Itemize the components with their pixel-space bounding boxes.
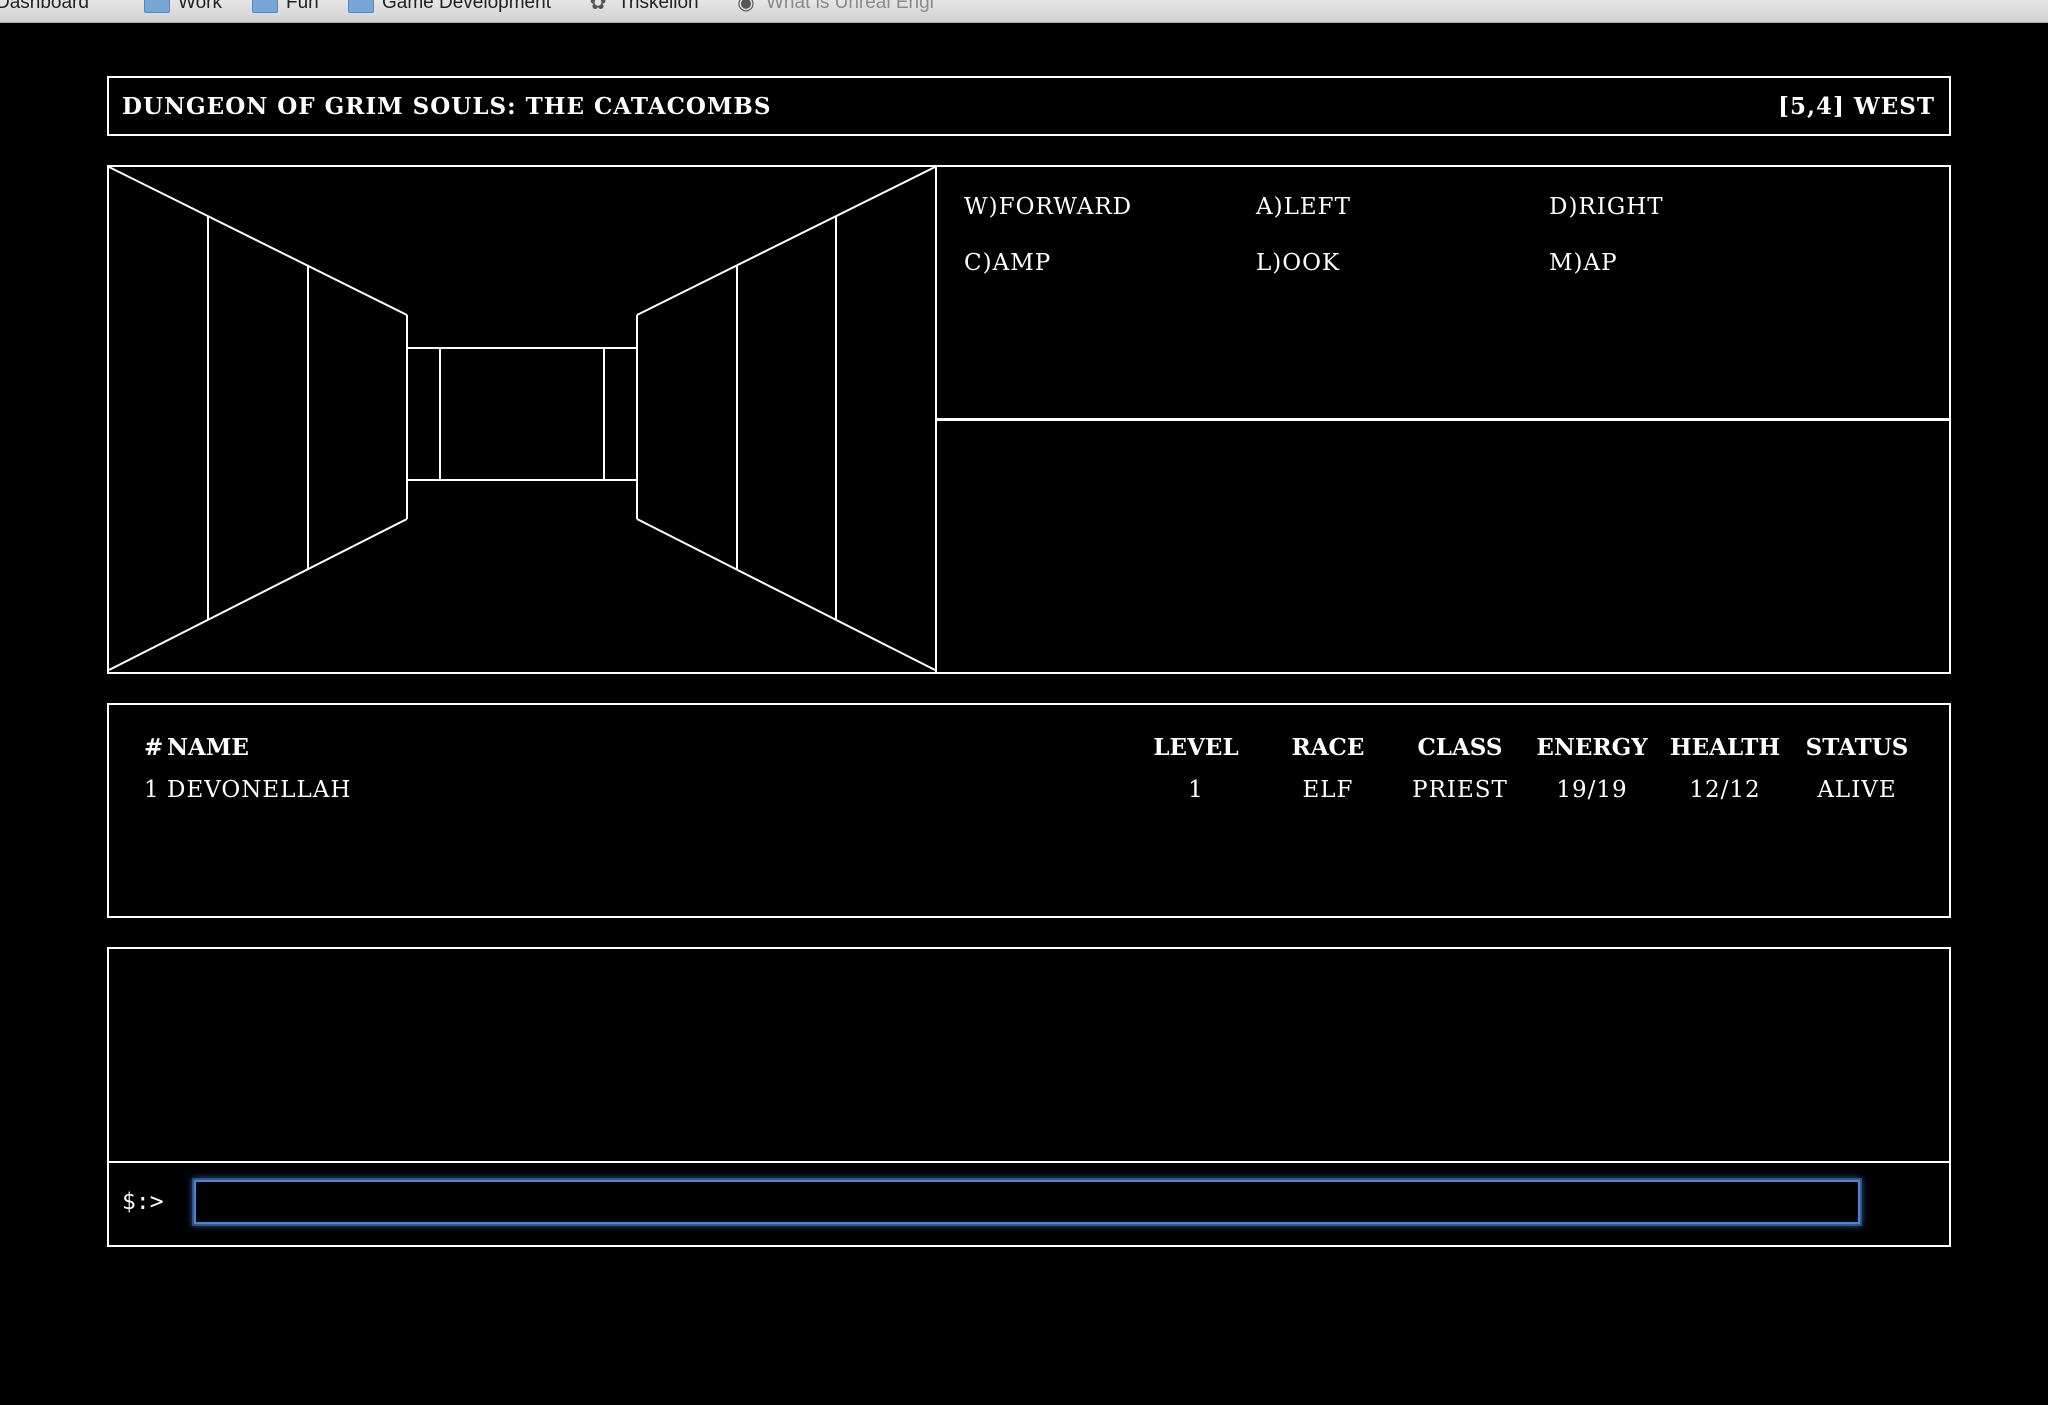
member-name: DEVONELLAH [167,777,352,803]
corridor-wireframe [109,167,935,671]
dungeon-viewport [107,165,937,674]
left-wall-bottom-edge [109,518,408,671]
command-look[interactable]: L)OOK [1256,250,1340,276]
bookmark-fun[interactable]: Fun [252,0,319,14]
command-input[interactable] [194,1180,1860,1224]
command-key: C) [964,250,993,276]
folder-icon [252,0,278,13]
command-label: LEFT [1283,194,1351,220]
command-key: A) [1256,194,1284,220]
command-map[interactable]: M)AP [1549,250,1618,276]
folder-icon [144,0,170,13]
header-energy: ENERGY [1536,734,1648,761]
console-divider [109,1161,1949,1163]
right-wall-top-edge [636,167,935,316]
bookmark-label: Work [178,0,222,13]
bookmark-label: Triskelion [618,0,699,13]
bookmark-label: Game Development [382,0,551,13]
game-title: DUNGEON OF GRIM SOULS: THE CATACOMBS [122,92,772,120]
unreal-logo-icon: ◉ [737,0,755,14]
member-status: ALIVE [1817,777,1897,803]
header-status: STATUS [1805,734,1909,761]
party-roster: # NAME LEVEL RACE CLASS ENERGY HEALTH ST… [107,703,1951,918]
position-indicator: [5,4] WEST [1778,92,1935,120]
member-energy: 19/19 [1556,777,1628,803]
right-wall-bottom-edge [636,518,935,671]
member-race: ELF [1302,777,1354,803]
folder-icon [348,0,374,13]
member-class: PRIEST [1412,777,1508,803]
header-race: RACE [1291,734,1365,761]
bookmark-game-development[interactable]: Game Development [348,0,551,14]
command-left[interactable]: A)LEFT [1256,194,1351,220]
command-key: L) [1256,250,1283,276]
command-camp[interactable]: C)AMP [964,250,1051,276]
command-key: D) [1549,194,1579,220]
command-forward[interactable]: W)FORWARD [964,194,1132,220]
member-number: 1 [144,777,160,803]
header-level: LEVEL [1153,734,1239,761]
bookmark-unreal[interactable]: ◉ What is Unreal Engi [734,0,934,14]
command-key: M) [1549,250,1584,276]
bookmark-work[interactable]: Work [144,0,222,14]
bookmark-label: What is Unreal Engi [766,0,934,13]
command-label: AMP [992,250,1052,276]
header-number: # [144,734,164,761]
left-wall-top-edge [109,167,408,316]
bookmarks-bar: Dashboard Work Fun Game Development ✿ Tr… [0,0,2048,23]
command-label: OOK [1282,250,1341,276]
console-log-area [109,949,1949,1161]
command-menu: W)FORWARD A)LEFT D)RIGHT C)AMP L)OOK M)A… [935,165,1951,421]
console-panel: $:> [107,947,1951,1247]
message-panel [935,418,1951,674]
game-title-bar: DUNGEON OF GRIM SOULS: THE CATACOMBS [5,… [107,76,1951,136]
bookmark-label: Dashboard [0,0,89,13]
header-name: NAME [167,734,249,761]
command-label: FORWARD [998,194,1133,220]
command-right[interactable]: D)RIGHT [1549,194,1664,220]
console-prompt: $:> [122,1189,164,1215]
bookmark-dashboard[interactable]: Dashboard [0,0,89,14]
header-health: HEALTH [1669,734,1781,761]
bookmark-label: Fun [286,0,319,13]
command-label: RIGHT [1578,194,1664,220]
header-class: CLASS [1417,734,1503,761]
member-health: 12/12 [1689,777,1761,803]
member-level: 1 [1188,777,1204,803]
triskelion-icon: ✿ [589,0,607,14]
command-label: AP [1583,250,1618,276]
bookmark-triskelion[interactable]: ✿ Triskelion [586,0,699,14]
command-key: W) [964,194,999,220]
